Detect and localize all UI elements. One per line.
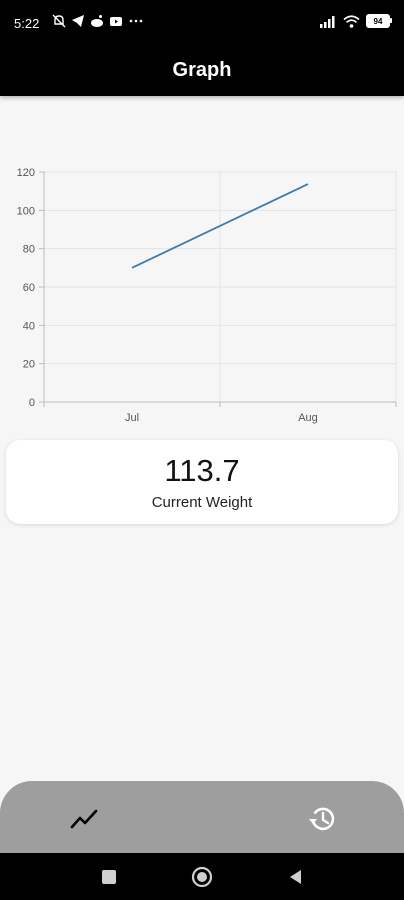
x-tick-label: Aug <box>298 412 318 424</box>
history-icon <box>309 807 335 831</box>
recents-button[interactable] <box>97 865 121 889</box>
telegram-icon <box>72 15 84 27</box>
page-title: Graph <box>172 58 232 81</box>
recents-icon <box>102 870 116 884</box>
more-dots-icon <box>129 19 143 23</box>
nav-graph-button[interactable] <box>64 799 104 839</box>
status-system-icons: 94 <box>319 14 392 28</box>
signal-icon <box>320 15 335 28</box>
weight-chart: 0 20 40 60 80 100 120 Jul Aug <box>0 160 404 430</box>
status-notification-icons <box>52 14 144 28</box>
y-tick-label: 60 <box>23 282 35 294</box>
weight-line-chart: 0 20 40 60 80 100 120 Jul Aug <box>17 167 397 424</box>
reddit-icon <box>91 15 103 27</box>
current-weight-value: 113.7 <box>164 453 240 488</box>
y-tick-label: 0 <box>29 397 35 409</box>
current-weight-label: Current Weight <box>151 494 253 511</box>
home-icon <box>191 866 213 888</box>
bottom-navigation <box>0 781 404 853</box>
battery-icon: 94 <box>366 14 392 28</box>
y-tick-label: 40 <box>23 320 35 332</box>
y-tick-label: 20 <box>23 359 35 371</box>
status-bar: 5:22 94 <box>0 0 404 44</box>
wifi-icon <box>343 14 360 28</box>
y-tick-label: 80 <box>23 244 35 256</box>
home-button[interactable] <box>190 865 214 889</box>
y-tick-label: 120 <box>17 167 35 179</box>
y-tick-label: 100 <box>17 205 35 217</box>
status-time: 5:22 <box>14 16 40 31</box>
x-tick-label: Jul <box>125 412 139 424</box>
current-weight-card: 113.7 Current Weight <box>6 440 398 524</box>
muted-notification-icon <box>52 14 66 28</box>
trending-graph-icon <box>70 809 98 829</box>
battery-level: 94 <box>373 16 383 26</box>
back-button[interactable] <box>284 865 308 889</box>
back-icon <box>290 870 301 884</box>
nav-history-button[interactable] <box>302 799 342 839</box>
system-navigation-bar <box>0 853 404 900</box>
youtube-icon <box>110 17 122 26</box>
app-bar: Graph <box>0 44 404 96</box>
